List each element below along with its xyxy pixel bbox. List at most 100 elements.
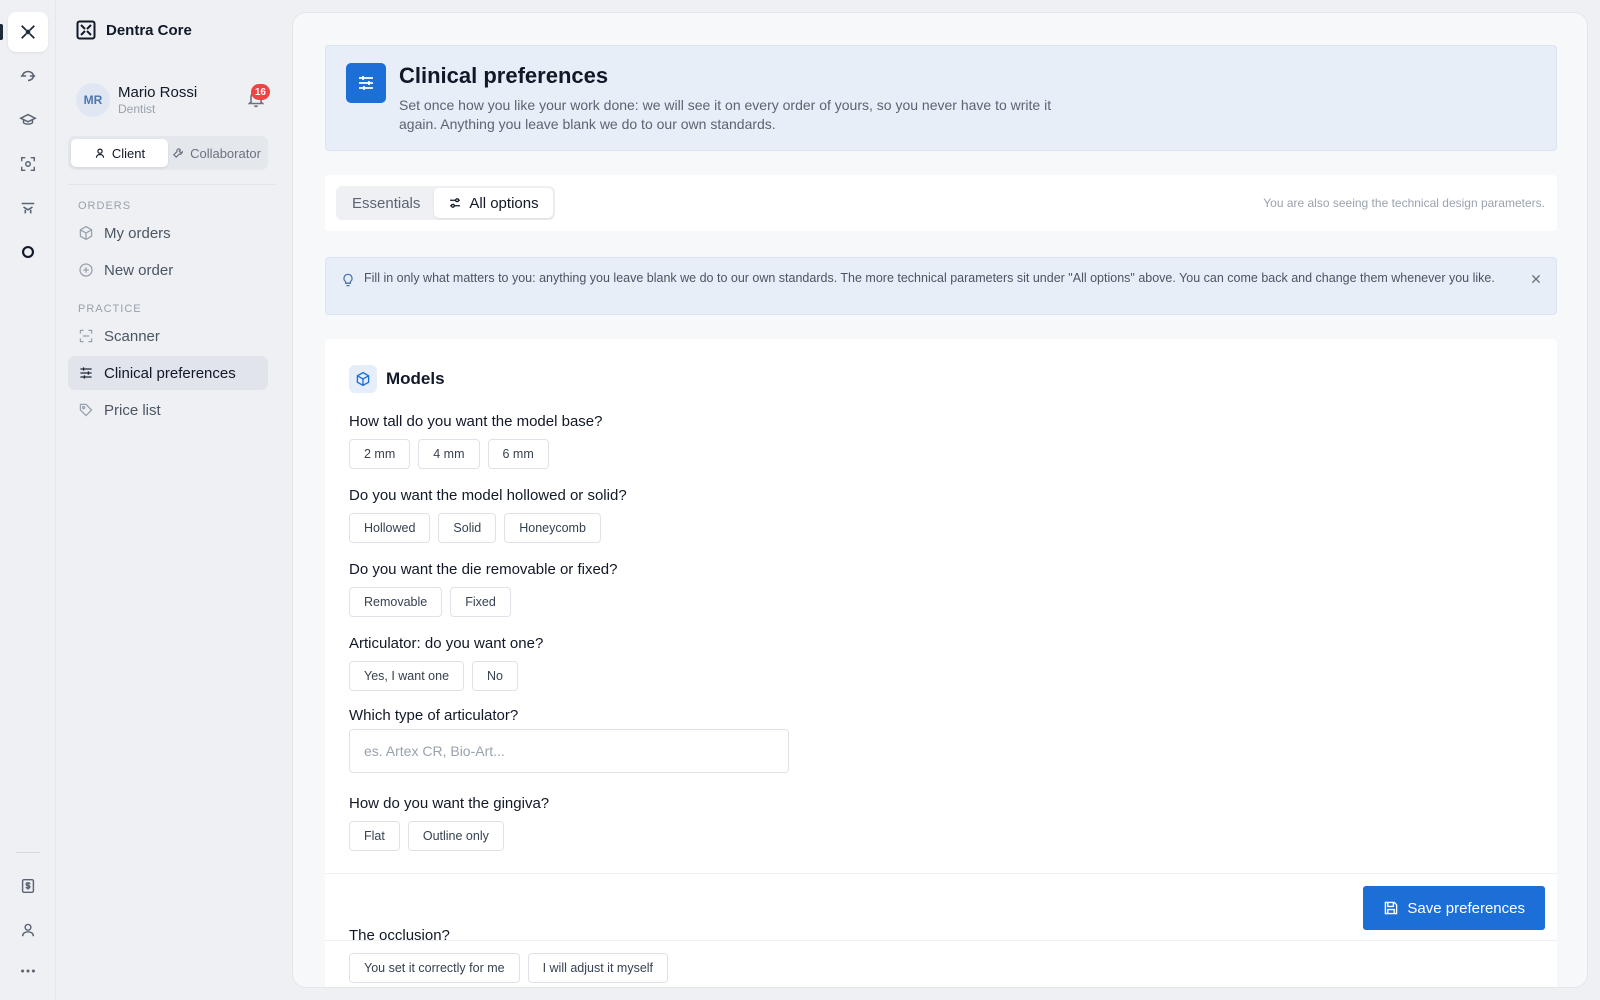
sidebar-item-label: New order <box>104 261 174 279</box>
option-6mm[interactable]: 6 mm <box>487 439 549 469</box>
models-header: Models <box>349 365 445 393</box>
options-gingiva: Flat Outline only <box>349 821 504 851</box>
option-outline-only[interactable]: Outline only <box>407 821 504 851</box>
view-mode-bar: Essentials All options You are also seei… <box>325 175 1557 231</box>
options-occlusion: You set it correctly for me I will adjus… <box>349 953 669 983</box>
plus-circle-icon <box>79 263 93 277</box>
sidebar-item-my-orders[interactable]: My orders <box>68 216 268 250</box>
sidebar-divider <box>68 184 276 185</box>
save-preferences-button[interactable]: Save preferences <box>1363 886 1545 930</box>
wave-icon <box>21 202 35 214</box>
role-collaborator-label: Collaborator <box>190 145 261 161</box>
rail-academy-button[interactable] <box>8 100 48 140</box>
models-section: Models How tall do you want the model ba… <box>325 339 1557 987</box>
sidebar-item-label: My orders <box>104 224 171 242</box>
option-adjust-myself[interactable]: I will adjust it myself <box>527 953 669 983</box>
page-header: Clinical preferences Set once how you li… <box>325 45 1557 151</box>
option-no-articulator[interactable]: No <box>472 661 519 691</box>
notifications-button[interactable]: 16 <box>246 84 270 113</box>
page-title: Clinical preferences <box>399 63 609 88</box>
role-toggle: Client Collaborator <box>68 136 268 170</box>
save-bar: Save preferences <box>325 873 1557 941</box>
rail-scan-button[interactable] <box>8 144 48 184</box>
scan-search-icon <box>20 156 36 172</box>
tag-icon <box>79 403 93 417</box>
sidebar-item-scanner[interactable]: Scanner <box>68 319 268 353</box>
option-yes-articulator[interactable]: Yes, I want one <box>349 661 465 691</box>
sidebar-item-label: Scanner <box>104 327 160 345</box>
cube-icon <box>349 365 377 393</box>
rail-app-6-button[interactable] <box>8 232 48 272</box>
dollar-doc-icon <box>21 878 35 894</box>
question-base-height: How tall do you want the model base? <box>349 413 603 430</box>
info-banner-text: Fill in only what matters to you: anythi… <box>364 271 1495 285</box>
section-title: Models <box>386 369 445 388</box>
wrench-icon <box>173 148 183 159</box>
header-icon <box>346 63 386 103</box>
sidebar-item-clinical-preferences[interactable]: Clinical preferences <box>68 356 268 390</box>
option-4mm[interactable]: 4 mm <box>418 439 480 469</box>
tab-essentials[interactable]: Essentials <box>338 188 434 218</box>
rail-app-5-button[interactable] <box>8 188 48 228</box>
section-label-practice: PRACTICE <box>78 303 142 315</box>
more-horizontal-icon <box>21 969 35 973</box>
option-hollowed[interactable]: Hollowed <box>349 513 431 543</box>
tab-all-options[interactable]: All options <box>434 188 553 218</box>
view-mode-toggle: Essentials All options <box>336 186 555 220</box>
user-card[interactable]: MR Mario Rossi Dentist 16 <box>76 80 272 120</box>
question-articulator-type: Which type of articulator? <box>349 707 519 724</box>
rail-more-button[interactable] <box>8 951 48 991</box>
user-name: Mario Rossi <box>118 84 198 101</box>
ring-icon <box>21 245 35 259</box>
options-die-type: Removable Fixed <box>349 587 511 617</box>
option-honeycomb[interactable]: Honeycomb <box>504 513 601 543</box>
sidebar-item-price-list[interactable]: Price list <box>68 393 268 427</box>
question-model-type: Do you want the model hollowed or solid? <box>349 487 627 504</box>
options-base-height: 2 mm 4 mm 6 mm <box>349 439 549 469</box>
page-subtitle: Set once how you like your work done: we… <box>399 97 1052 132</box>
notification-badge: 16 <box>250 84 270 100</box>
role-collaborator-option[interactable]: Collaborator <box>168 139 265 167</box>
option-fixed[interactable]: Fixed <box>450 587 511 617</box>
option-flat[interactable]: Flat <box>349 821 400 851</box>
graduation-cap-icon <box>19 113 37 125</box>
save-icon <box>1385 901 1398 915</box>
section-label-orders: ORDERS <box>78 200 132 212</box>
question-die-type: Do you want the die removable or fixed? <box>349 561 618 578</box>
role-client-option[interactable]: Client <box>71 139 168 167</box>
dentra-logo-icon <box>21 25 35 39</box>
dentra-logo-icon <box>76 20 96 40</box>
option-set-correctly[interactable]: You set it correctly for me <box>349 953 520 983</box>
brand[interactable]: Dentra Core <box>76 20 192 40</box>
sidebar-item-label: Clinical preferences <box>104 364 236 382</box>
info-banner: Fill in only what matters to you: anythi… <box>325 257 1557 315</box>
rail-profile-button[interactable] <box>8 910 48 950</box>
question-occlusion: The occlusion? <box>349 927 450 944</box>
save-preferences-label: Save preferences <box>1407 899 1525 917</box>
tab-essentials-label: Essentials <box>352 194 421 212</box>
rail-active-indicator <box>0 24 3 40</box>
articulator-type-input[interactable] <box>349 729 789 773</box>
sidebar-item-label: Price list <box>104 401 161 419</box>
main-panel: Clinical preferences Set once how you li… <box>292 12 1588 988</box>
loop-icon <box>20 70 36 82</box>
box-icon <box>79 225 93 241</box>
rail-dentra-core-button[interactable] <box>8 12 48 52</box>
options-model-type: Hollowed Solid Honeycomb <box>349 513 601 543</box>
sidebar-item-new-order[interactable]: New order <box>68 253 268 287</box>
icon-rail <box>0 0 56 1000</box>
rail-app-2-button[interactable] <box>8 56 48 96</box>
question-gingiva: How do you want the gingiva? <box>349 795 550 812</box>
info-banner-close-button[interactable] <box>1530 272 1542 290</box>
option-removable[interactable]: Removable <box>349 587 443 617</box>
rail-billing-button[interactable] <box>8 866 48 906</box>
option-2mm[interactable]: 2 mm <box>349 439 411 469</box>
user-role: Dentist <box>118 102 156 116</box>
tab-all-options-label: All options <box>469 194 539 212</box>
rail-divider <box>16 852 40 853</box>
user-icon <box>95 148 105 158</box>
option-solid[interactable]: Solid <box>438 513 497 543</box>
user-info: Mario Rossi Dentist <box>118 84 197 116</box>
user-icon <box>21 923 35 937</box>
options-articulator: Yes, I want one No <box>349 661 519 691</box>
